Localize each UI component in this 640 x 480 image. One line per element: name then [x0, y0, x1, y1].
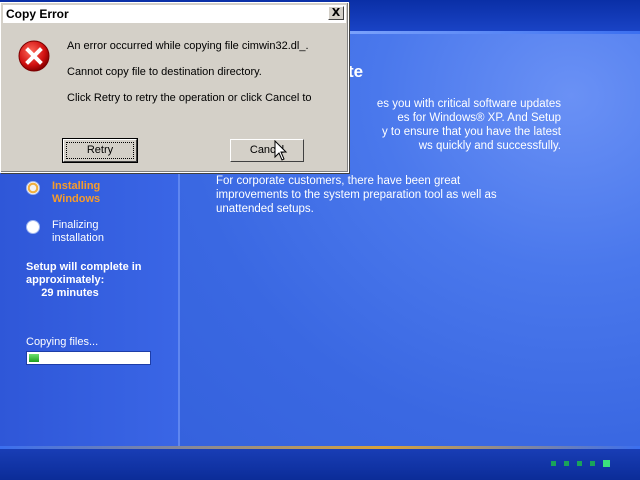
activity-dot — [577, 461, 582, 466]
step-active-icon — [26, 181, 40, 195]
time-remaining: Setup will complete in approximately: 29… — [26, 261, 142, 299]
progress-label: Copying files... — [26, 336, 99, 348]
info-paragraph-2: For corporate customers, there have been… — [216, 175, 497, 215]
close-button[interactable]: X — [328, 6, 344, 20]
copy-error-dialog: Copy Error X An error occurred while cop… — [0, 2, 349, 173]
mouse-cursor-icon — [274, 140, 288, 161]
dialog-titlebar[interactable]: Copy Error X — [3, 5, 346, 24]
close-icon: X — [331, 6, 341, 19]
progress-fill — [29, 354, 39, 362]
activity-indicator — [551, 460, 610, 467]
retry-button-label: Retry — [66, 142, 134, 159]
error-message-line-2: Cannot copy file to destination director… — [67, 66, 262, 78]
error-message-line-3: Click Retry to retry the operation or cl… — [67, 92, 312, 104]
cancel-button[interactable]: Cancel — [230, 139, 304, 162]
bottom-band — [0, 446, 640, 480]
activity-dot-active — [603, 460, 610, 467]
activity-dot — [564, 461, 569, 466]
step-label: Installing Windows — [52, 180, 101, 205]
activity-dot — [551, 461, 556, 466]
retry-button[interactable]: Retry — [62, 138, 138, 163]
step-finalizing-installation: Finalizing installation — [26, 219, 104, 245]
step-installing-windows: Installing Windows — [26, 180, 100, 206]
error-message-line-1: An error occurred while copying file cim… — [67, 40, 309, 52]
dialog-title: Copy Error — [6, 7, 69, 21]
error-icon — [18, 40, 50, 72]
info-heading: te — [348, 62, 364, 81]
activity-dot — [590, 461, 595, 466]
step-pending-icon — [26, 220, 40, 234]
step-label: Finalizing installation — [52, 219, 104, 244]
progress-bar — [26, 351, 151, 365]
